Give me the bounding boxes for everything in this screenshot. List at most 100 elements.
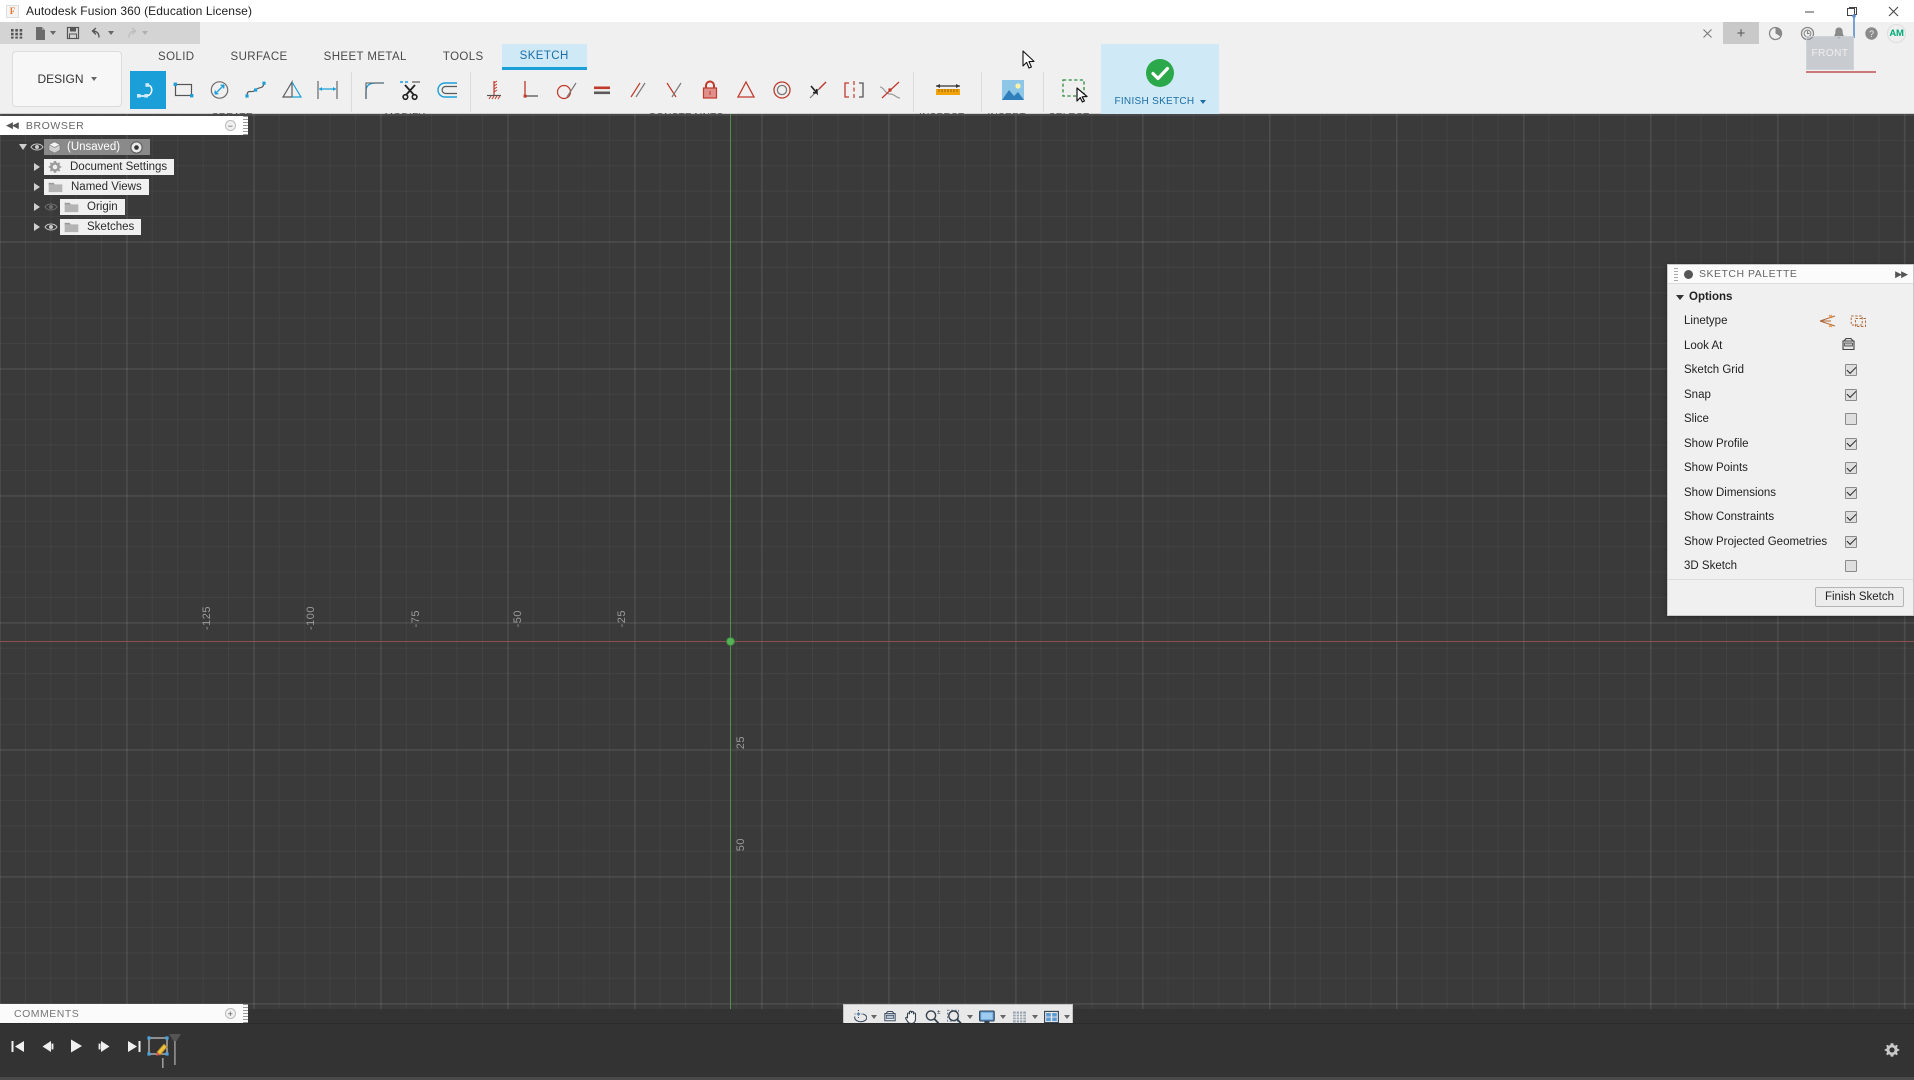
tree-row-named-views[interactable]: Named Views xyxy=(0,177,248,197)
tree-item-document-settings[interactable]: Document Settings xyxy=(44,159,175,175)
viewcube[interactable]: FRONT xyxy=(1784,10,1876,92)
sketch-canvas[interactable]: -125 -100 -75 -50 -25 25 50 xyxy=(0,114,1914,1009)
timeline-go-to-end[interactable] xyxy=(126,1039,142,1054)
perpendicular-constraint[interactable] xyxy=(512,71,548,109)
timeline-play[interactable] xyxy=(68,1038,84,1054)
expand-toggle[interactable] xyxy=(30,203,44,211)
sketch-origin-point[interactable] xyxy=(726,637,735,646)
concentric-constraint[interactable] xyxy=(764,71,800,109)
insert-image-icon[interactable] xyxy=(991,71,1035,109)
tree-item-unsaved[interactable]: (Unsaved) xyxy=(44,139,151,155)
tree-item-origin[interactable]: Origin xyxy=(60,199,125,215)
rectangle-tool[interactable] xyxy=(166,71,202,109)
visibility-eye-icon[interactable] xyxy=(30,140,44,154)
palette-drag-grip[interactable] xyxy=(1674,267,1678,281)
browser-settings-dot-icon[interactable]: − xyxy=(225,120,236,131)
measure-tool[interactable] xyxy=(926,71,970,109)
tree-row-sketches[interactable]: Sketches xyxy=(0,217,248,237)
palette-finish-sketch-button[interactable]: Finish Sketch xyxy=(1814,586,1904,607)
zoom-window-caret[interactable] xyxy=(967,1014,973,1019)
construction-linetype-icon[interactable] xyxy=(1819,314,1836,328)
new-tab-button[interactable]: + xyxy=(1723,22,1759,44)
look-at-camera-icon[interactable] xyxy=(1840,337,1857,352)
timeline-sketch-feature[interactable] xyxy=(145,1030,185,1074)
viewports-caret[interactable] xyxy=(1064,1014,1070,1019)
panel-label-finish-sketch[interactable]: FINISH SKETCH xyxy=(1114,94,1207,110)
comments-resize-grip[interactable] xyxy=(243,1004,248,1023)
document-tab-close-icon[interactable] xyxy=(1691,22,1723,44)
sketch-line-tool[interactable] xyxy=(130,71,166,109)
add-comment-icon[interactable]: + xyxy=(225,1008,236,1019)
lock-constraint[interactable] xyxy=(692,71,728,109)
show-projected-geometries-checkbox[interactable] xyxy=(1845,535,1857,548)
palette-section-options[interactable]: Options xyxy=(1668,284,1913,309)
timeline-step-back[interactable] xyxy=(39,1039,55,1054)
new-file-caret[interactable] xyxy=(50,31,56,35)
slice-checkbox[interactable] xyxy=(1845,413,1857,426)
curvature-constraint[interactable] xyxy=(872,71,908,109)
workspace-selector[interactable]: DESIGN xyxy=(12,51,122,107)
undo-caret[interactable] xyxy=(108,31,114,35)
sketch-grid-checkbox[interactable] xyxy=(1845,364,1857,377)
sketch-dimension-tool[interactable] xyxy=(310,71,346,109)
trim-tool[interactable] xyxy=(393,71,429,109)
fillet-tool[interactable] xyxy=(357,71,393,109)
spline-tool[interactable] xyxy=(238,71,274,109)
expand-toggle[interactable] xyxy=(16,144,30,150)
snap-checkbox[interactable] xyxy=(1845,388,1857,401)
tree-item-sketches[interactable]: Sketches xyxy=(60,219,142,235)
equal-constraint[interactable] xyxy=(584,71,620,109)
close-button[interactable] xyxy=(1872,0,1914,22)
tree-row-unsaved[interactable]: (Unsaved) xyxy=(0,137,248,157)
tab-sketch[interactable]: SKETCH xyxy=(501,44,587,70)
tab-sheet-metal[interactable]: SHEET METAL xyxy=(306,44,425,70)
select-window-icon[interactable] xyxy=(1053,71,1097,109)
parallel-constraint[interactable] xyxy=(620,71,656,109)
timeline-step-forward[interactable] xyxy=(97,1039,113,1054)
redo-caret[interactable] xyxy=(142,31,148,35)
show-points-checkbox[interactable] xyxy=(1845,462,1857,475)
show-profile-checkbox[interactable] xyxy=(1845,437,1857,450)
new-file-icon[interactable] xyxy=(30,22,60,44)
tree-item-named-views[interactable]: Named Views xyxy=(44,179,149,195)
offset-tool[interactable] xyxy=(429,71,465,109)
grid-snaps-caret[interactable] xyxy=(1032,1014,1038,1019)
circle-tool[interactable] xyxy=(202,71,238,109)
expand-toggle[interactable] xyxy=(30,183,44,191)
palette-expand-icon[interactable]: ▶▶ xyxy=(1895,269,1908,280)
expand-toggle[interactable] xyxy=(30,223,44,231)
coincident-constraint[interactable] xyxy=(800,71,836,109)
display-settings-caret[interactable] xyxy=(1000,1014,1006,1019)
collapse-circle-icon[interactable] xyxy=(1684,269,1693,279)
3d-sketch-checkbox[interactable] xyxy=(1845,560,1857,573)
centerline-linetype-icon[interactable] xyxy=(1850,314,1867,328)
avatar[interactable]: AM xyxy=(1887,23,1906,43)
tab-tools[interactable]: TOOLS xyxy=(425,44,502,70)
show-constraints-checkbox[interactable] xyxy=(1845,511,1857,524)
timeline-settings-gear-icon[interactable] xyxy=(1884,1042,1900,1061)
midpoint-constraint[interactable] xyxy=(656,71,692,109)
tree-row-document-settings[interactable]: Document Settings xyxy=(0,157,248,177)
visibility-eye-off-icon[interactable] xyxy=(44,200,58,214)
redo-icon[interactable] xyxy=(120,22,152,44)
browser-collapse-icon[interactable]: ◀◀ xyxy=(6,120,19,131)
visibility-eye-icon[interactable] xyxy=(44,220,58,234)
show-dimensions-checkbox[interactable] xyxy=(1845,486,1857,499)
tab-surface[interactable]: SURFACE xyxy=(213,44,306,70)
timeline-go-to-beginning[interactable] xyxy=(10,1039,26,1054)
fix-unfix-constraint[interactable] xyxy=(476,71,512,109)
symmetry-constraint[interactable] xyxy=(836,71,872,109)
tangent-constraint[interactable] xyxy=(548,71,584,109)
browser-resize-grip[interactable] xyxy=(243,116,248,135)
save-icon[interactable] xyxy=(62,22,84,44)
expand-toggle[interactable] xyxy=(30,163,44,171)
tab-solid[interactable]: SOLID xyxy=(140,44,213,70)
orbit-caret[interactable] xyxy=(871,1014,877,1019)
polygon-tool[interactable] xyxy=(274,71,310,109)
collinear-constraint[interactable] xyxy=(728,71,764,109)
comments-panel[interactable]: COMMENTS + xyxy=(0,1004,248,1023)
viewcube-front-face[interactable]: FRONT xyxy=(1806,36,1854,70)
finish-sketch-button[interactable] xyxy=(1143,54,1177,92)
undo-icon[interactable] xyxy=(86,22,118,44)
tree-row-origin[interactable]: Origin xyxy=(0,197,248,217)
